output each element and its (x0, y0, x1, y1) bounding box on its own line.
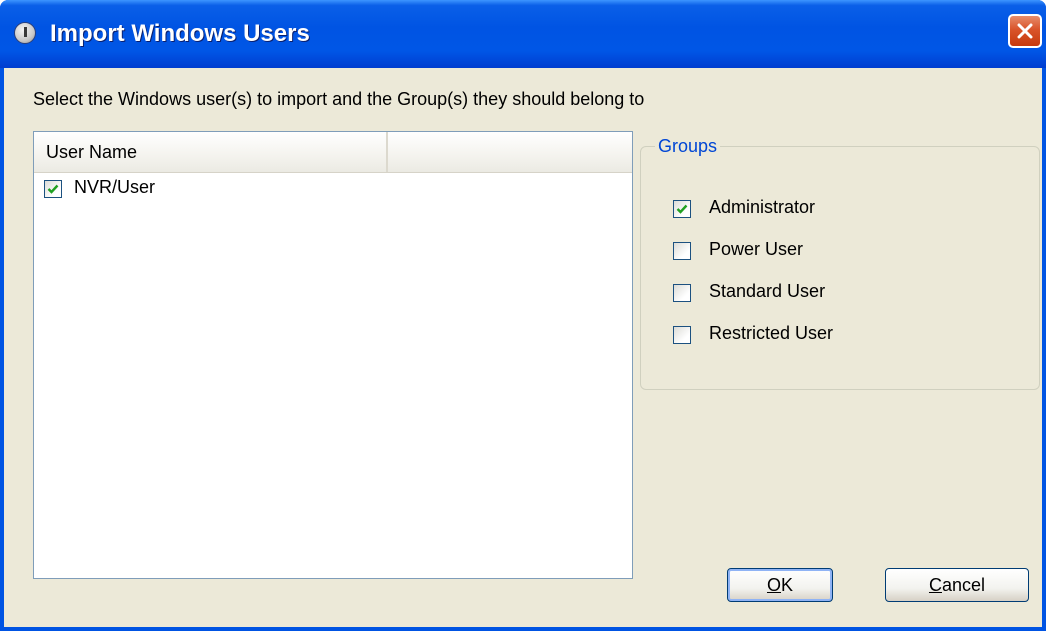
import-windows-users-dialog: Import Windows Users Select the Windows … (0, 0, 1046, 631)
user-checkbox[interactable] (44, 180, 62, 198)
checkmark-icon (676, 204, 688, 214)
standard-user-label: Standard User (709, 281, 826, 301)
ok-label-rest: K (781, 575, 794, 595)
restricted-user-label: Restricted User (709, 323, 834, 343)
user-name-label: NVR/User (74, 177, 156, 197)
restricted-user-checkbox[interactable] (673, 326, 691, 344)
close-icon (1017, 23, 1033, 39)
standard-user-checkbox[interactable] (673, 284, 691, 302)
cancel-mnemonic: C (928, 575, 942, 595)
column-header-user-name[interactable]: User Name (34, 132, 388, 172)
dialog-body: Select the Windows user(s) to import and… (4, 68, 1042, 627)
close-button[interactable] (1008, 14, 1042, 48)
ok-button[interactable]: OK (727, 568, 833, 602)
list-header: User Name (34, 132, 632, 173)
window-title: Import Windows Users (50, 20, 310, 47)
cancel-label-rest: ancel (941, 575, 986, 595)
ok-mnemonic: O (766, 575, 781, 595)
power-user-label: Power User (709, 239, 804, 259)
administrator-checkbox[interactable] (673, 200, 691, 218)
instruction-text: Select the Windows user(s) to import and… (33, 89, 645, 109)
checkmark-icon (47, 184, 59, 194)
app-icon (14, 22, 36, 44)
cancel-button[interactable]: Cancel (885, 568, 1029, 602)
column-header-filler (390, 132, 632, 172)
column-header-label: User Name (46, 142, 138, 162)
power-user-checkbox[interactable] (673, 242, 691, 260)
administrator-label: Administrator (709, 197, 816, 217)
user-list[interactable]: User Name NVR/User (33, 131, 633, 579)
groups-legend: Groups (655, 136, 721, 157)
title-bar[interactable]: Import Windows Users (0, 0, 1046, 68)
groups-groupbox: Groups Administrator Power User Standard… (640, 136, 1040, 390)
